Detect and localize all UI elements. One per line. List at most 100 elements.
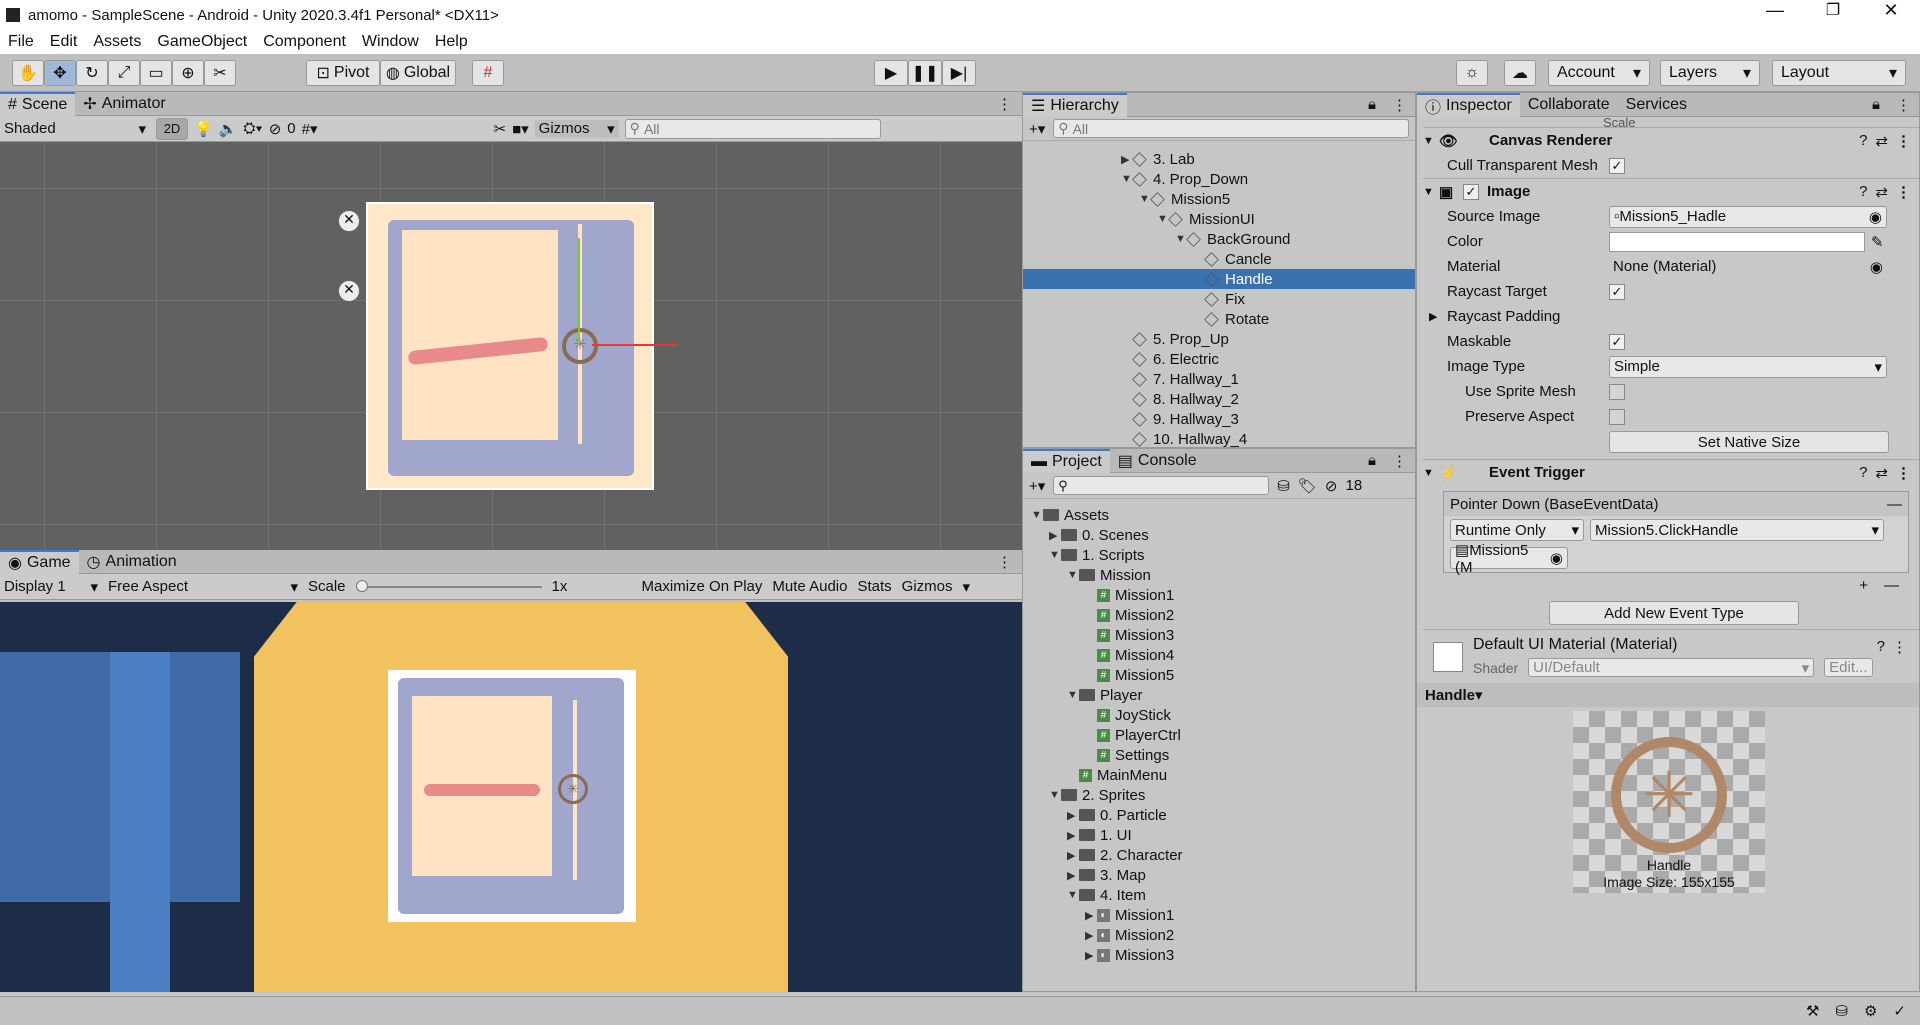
tab-animation[interactable]: ◷ Animation <box>79 550 185 574</box>
hierarchy-item[interactable]: ▼ BackGround <box>1023 229 1415 249</box>
project-item[interactable]: ▶ 2. Character <box>1023 845 1415 865</box>
close-icon[interactable]: ✕ <box>1862 0 1920 21</box>
visibility-icon[interactable]: ⊘ <box>269 120 282 138</box>
pivot-toggle[interactable]: ⊡ Pivot <box>306 60 380 86</box>
help-icon[interactable]: ? <box>1877 638 1885 655</box>
more-options-icon[interactable]: ⋮ <box>1392 452 1407 470</box>
pause-button[interactable]: ❚❚ <box>908 60 942 86</box>
play-button[interactable]: ▶ <box>874 60 908 86</box>
scene-search-input[interactable]: ⚲ All <box>624 118 881 139</box>
global-toggle[interactable]: ◍ Global <box>380 60 456 86</box>
remove-event-button[interactable]: — <box>1887 496 1902 513</box>
progress-icon[interactable]: ⚙ <box>1864 1002 1877 1020</box>
layout-dropdown[interactable]: Layout ▾ <box>1772 60 1906 86</box>
scene-canvas[interactable]: ✳ ✕ ✕ <box>0 142 1022 550</box>
preset-icon[interactable]: ⇄ <box>1875 464 1888 482</box>
more-options-icon[interactable]: ⋮ <box>1896 464 1911 482</box>
cloud-icon[interactable]: ☁ <box>1504 60 1536 86</box>
hierarchy-item[interactable]: 6. Electric <box>1023 349 1415 369</box>
display-dropdown[interactable]: Display 1 ▾ <box>4 578 98 596</box>
project-item[interactable]: ▼ 2. Sprites <box>1023 785 1415 805</box>
lighting-icon[interactable]: 💡 <box>194 120 213 138</box>
project-item[interactable]: ▶ 0. Particle <box>1023 805 1415 825</box>
hierarchy-item[interactable]: 5. Prop_Up <box>1023 329 1415 349</box>
tab-inspector[interactable]: ⓘ Inspector <box>1417 92 1520 117</box>
menu-gameobject[interactable]: GameObject <box>149 33 255 51</box>
project-item[interactable]: ▶ ◐ Mission2 <box>1023 925 1415 945</box>
scale-tool-icon[interactable]: ⤢ <box>108 60 140 86</box>
expand-icon[interactable]: ▶ <box>1067 809 1079 822</box>
more-options-icon[interactable]: ⋮ <box>1896 132 1911 150</box>
add-button[interactable]: +▾ <box>1029 477 1045 495</box>
project-item[interactable]: # Mission2 <box>1023 605 1415 625</box>
menu-file[interactable]: File <box>0 33 42 51</box>
project-item[interactable]: # PlayerCtrl <box>1023 725 1415 745</box>
cull-checkbox[interactable]: ✓ <box>1609 157 1625 174</box>
more-options-icon[interactable]: ⋮ <box>1892 638 1907 656</box>
add-new-event-type-button[interactable]: Add New Event Type <box>1549 601 1799 625</box>
project-item[interactable]: ▶ 1. UI <box>1023 825 1415 845</box>
lock-icon[interactable]: 🔒︎ <box>1872 96 1880 113</box>
tab-scene[interactable]: # Scene <box>0 91 76 116</box>
more-options-icon[interactable]: ⋮ <box>1896 96 1911 114</box>
camera-icon[interactable]: ■▾ <box>512 120 529 138</box>
expand-icon[interactable]: ▼ <box>1049 789 1061 801</box>
expand-icon[interactable]: ▶ <box>1085 909 1097 922</box>
check-icon[interactable]: ✓ <box>1893 1002 1906 1020</box>
tab-services[interactable]: Services <box>1618 93 1695 117</box>
minimize-icon[interactable]: — <box>1746 0 1804 21</box>
more-options-icon[interactable]: ⋮ <box>997 553 1012 571</box>
hand-tool-icon[interactable]: ✋ <box>12 60 44 86</box>
more-options-icon[interactable]: ⋮ <box>1392 96 1407 114</box>
expand-icon[interactable]: ▶ <box>1067 869 1079 882</box>
layers-dropdown[interactable]: Layers ▾ <box>1660 60 1760 86</box>
expand-icon[interactable]: ▶ <box>1067 849 1079 862</box>
aspect-dropdown[interactable]: Free Aspect ▾ <box>108 578 298 596</box>
use-sprite-mesh-checkbox[interactable] <box>1609 383 1625 400</box>
preset-icon[interactable]: ⇄ <box>1875 132 1888 150</box>
preserve-aspect-checkbox[interactable] <box>1609 408 1625 425</box>
remove-listener-button[interactable]: — <box>1884 577 1899 594</box>
expand-icon[interactable]: ▼ <box>1067 569 1079 581</box>
runtime-dropdown[interactable]: Runtime Only ▾ <box>1450 519 1584 541</box>
hierarchy-item[interactable]: ▼ 4. Prop_Down <box>1023 169 1415 189</box>
menu-component[interactable]: Component <box>255 33 354 51</box>
expand-icon[interactable]: ▼ <box>1031 509 1043 521</box>
expand-icon[interactable]: ▶ <box>1085 949 1097 962</box>
object-picker-icon[interactable]: ◉ <box>1550 549 1563 567</box>
rotate-tool-icon[interactable]: ↻ <box>76 60 108 86</box>
project-item[interactable]: # MainMenu <box>1023 765 1415 785</box>
2d-toggle[interactable]: 2D <box>156 117 188 140</box>
tab-console[interactable]: ▤ Console <box>1110 449 1205 473</box>
hierarchy-item[interactable]: Handle <box>1023 269 1415 289</box>
grid-snap-icon[interactable]: # <box>472 60 504 86</box>
hierarchy-item[interactable]: Cancle <box>1023 249 1415 269</box>
add-listener-button[interactable]: + <box>1859 577 1868 594</box>
tab-project[interactable]: ▬ Project <box>1023 448 1110 473</box>
add-button[interactable]: +▾ <box>1029 120 1045 138</box>
hierarchy-item[interactable]: Fix <box>1023 289 1415 309</box>
debug-icon[interactable]: ⚒ <box>1806 1002 1819 1020</box>
step-button[interactable]: ▶| <box>942 60 976 86</box>
filter-type-icon[interactable]: ⛁ <box>1277 477 1290 495</box>
eyedropper-icon[interactable]: ✎ <box>1871 233 1884 251</box>
project-item[interactable]: # Settings <box>1023 745 1415 765</box>
account-dropdown[interactable]: Account ▾ <box>1548 60 1650 86</box>
audio-icon[interactable]: 🔈 <box>219 120 238 138</box>
canvas-renderer-header[interactable]: ▼ 👁︎ Canvas Renderer? ⇄ ⋮ <box>1423 127 1919 153</box>
project-item[interactable]: ▶ 3. Map <box>1023 865 1415 885</box>
move-tool-icon[interactable]: ✥ <box>44 60 76 86</box>
hierarchy-item[interactable]: ▶ 3. Lab <box>1023 149 1415 169</box>
project-item[interactable]: # Mission4 <box>1023 645 1415 665</box>
cache-icon[interactable]: ⛁ <box>1835 1002 1848 1020</box>
help-icon[interactable]: ? <box>1859 132 1867 149</box>
chevron-down-icon[interactable]: ▾ <box>963 578 971 596</box>
target-object-field[interactable]: ▤Mission5 (M ◉ <box>1450 542 1568 576</box>
tab-animator[interactable]: ✢ Animator <box>75 92 173 116</box>
project-item[interactable]: # Mission5 <box>1023 665 1415 685</box>
hierarchy-item[interactable]: ▼ MissionUI <box>1023 209 1415 229</box>
mute-audio-button[interactable]: Mute Audio <box>772 578 847 595</box>
custom-tool-icon[interactable]: ✂ <box>204 60 236 86</box>
restore-icon[interactable]: ❐ <box>1804 0 1862 21</box>
effects-icon[interactable]: ⛭▾ <box>243 120 262 137</box>
